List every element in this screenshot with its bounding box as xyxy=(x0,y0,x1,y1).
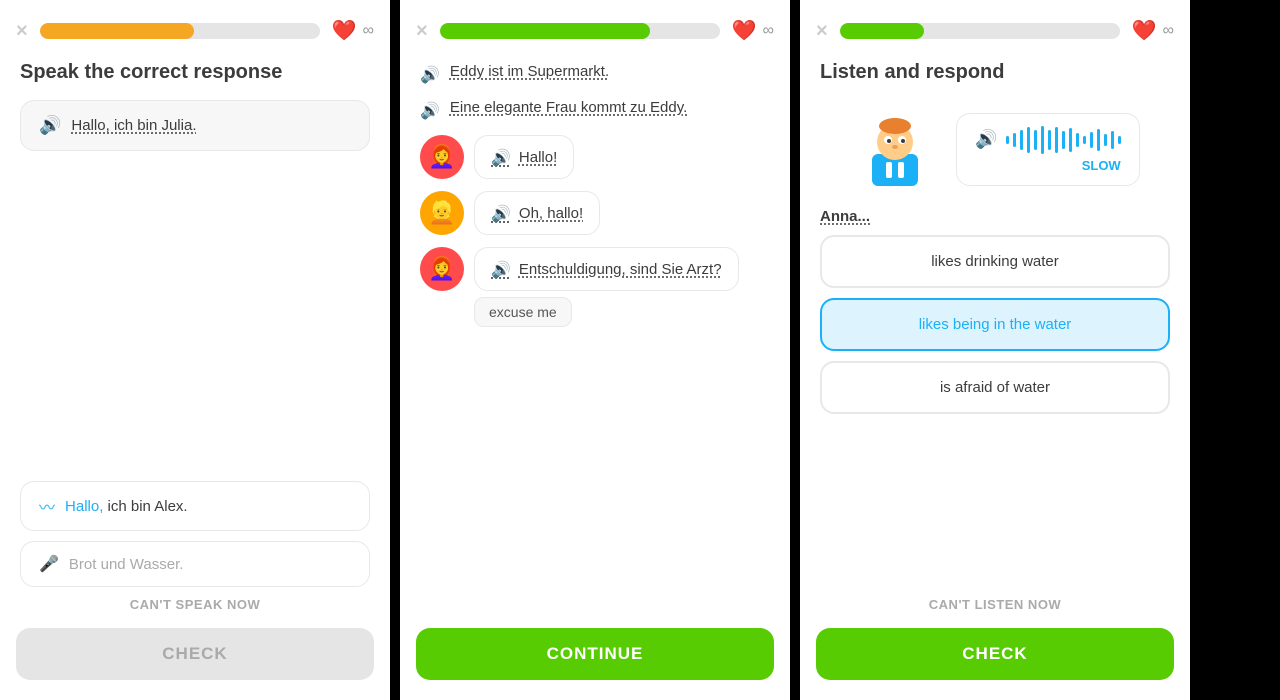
anna-label: Anna... xyxy=(800,208,1190,235)
slow-label[interactable]: SLOW xyxy=(1082,158,1121,173)
heart-icon-3: ❤️ xyxy=(1132,18,1157,43)
panel-speak: × ❤️ ∞ Speak the correct response 🔊 Hall… xyxy=(0,0,390,700)
choice-2-selected[interactable]: likes being in the water xyxy=(820,298,1170,351)
avatar-red-1: 👩‍🦰 xyxy=(420,135,464,179)
heart-area: ❤️ ∞ xyxy=(332,18,374,43)
heart-icon: ❤️ xyxy=(332,18,357,43)
progress-fill-2 xyxy=(440,23,650,39)
progress-bar-2 xyxy=(440,23,720,39)
close-icon[interactable]: × xyxy=(16,21,28,41)
infinity-icon: ∞ xyxy=(363,22,374,40)
divider-1 xyxy=(390,0,400,700)
divider-2 xyxy=(790,0,800,700)
response-bubble: 〰 Hallo, ich bin Alex. xyxy=(20,481,370,531)
chat-line-2: 🔊 Eine elegante Frau kommt zu Eddy. xyxy=(420,99,770,121)
waveform: 🔊 xyxy=(975,126,1120,154)
response-highlight: Hallo, xyxy=(65,498,103,515)
character-figure xyxy=(850,104,940,194)
mic-placeholder: Brot und Wasser. xyxy=(69,556,184,573)
prompt-bubble[interactable]: 🔊 Hallo, ich bin Julia. xyxy=(20,100,370,151)
check-button-3[interactable]: CHECK xyxy=(816,628,1174,680)
heart-area-2: ❤️ ∞ xyxy=(732,18,774,43)
mic-icon[interactable]: 🎤 xyxy=(39,554,59,574)
check-button[interactable]: CHECK xyxy=(16,628,374,680)
progress-bar-3 xyxy=(840,23,1120,39)
heart-icon-2: ❤️ xyxy=(732,18,757,43)
bubble-text-2: Oh, hallo! xyxy=(519,205,583,222)
infinity-icon-2: ∞ xyxy=(763,22,774,40)
chat-area: 🔊 Eddy ist im Supermarkt. 🔊 Eine elegant… xyxy=(400,53,790,628)
panel-chat: × ❤️ ∞ 🔊 Eddy ist im Supermarkt. 🔊 Eine … xyxy=(400,0,790,700)
panel-listen: × ❤️ ∞ Listen and respond xyxy=(800,0,1190,700)
heart-area-3: ❤️ ∞ xyxy=(1132,18,1174,43)
infinity-icon-3: ∞ xyxy=(1163,22,1174,40)
close-icon-3[interactable]: × xyxy=(816,21,828,41)
chat-speaker-1[interactable]: 🔊 xyxy=(420,65,440,85)
chat-row-1: 👩‍🦰 🔊 Hallo! xyxy=(420,135,770,179)
bubble-text-3: Entschuldigung, sind Sie Arzt? xyxy=(519,261,722,278)
panel3-title: Listen and respond xyxy=(800,53,1190,94)
cant-speak-label[interactable]: CAN'T SPEAK NOW xyxy=(0,597,390,628)
bubble-1[interactable]: 🔊 Hallo! xyxy=(474,135,574,179)
speaker-icon-3[interactable]: 🔊 xyxy=(975,129,997,150)
avatar-orange: 👱 xyxy=(420,191,464,235)
wave-icon: 〰 xyxy=(39,494,55,518)
bubble-speaker-3[interactable]: 🔊 xyxy=(491,260,511,280)
panel1-header: × ❤️ ∞ xyxy=(0,0,390,53)
panel2-bottom: CONTINUE xyxy=(400,628,790,700)
cant-listen-label[interactable]: CAN'T LISTEN NOW xyxy=(800,597,1190,628)
response-suffix: ich bin Alex. xyxy=(103,498,187,515)
chat-row-3: 👩‍🦰 🔊 Entschuldigung, sind Sie Arzt? xyxy=(420,247,770,291)
chat-text-2: Eine elegante Frau kommt zu Eddy. xyxy=(450,99,687,116)
panel2-header: × ❤️ ∞ xyxy=(400,0,790,53)
choice-1[interactable]: likes drinking water xyxy=(820,235,1170,288)
bubble-2[interactable]: 🔊 Oh, hallo! xyxy=(474,191,600,235)
continue-button[interactable]: CONTINUE xyxy=(416,628,774,680)
audio-bubble[interactable]: 🔊 SLOW xyxy=(956,113,1139,186)
bubble-speaker-1[interactable]: 🔊 xyxy=(491,148,511,168)
chat-row-2: 👱 🔊 Oh, hallo! xyxy=(420,191,770,235)
prompt-text: Hallo, ich bin Julia. xyxy=(71,117,196,134)
panel1-bottom: CHECK xyxy=(0,628,390,700)
translation-tag: excuse me xyxy=(474,297,572,327)
response-text: Hallo, ich bin Alex. xyxy=(65,498,188,515)
character-area: 🔊 SLOW xyxy=(800,94,1190,208)
progress-bar xyxy=(40,23,320,39)
speaker-icon[interactable]: 🔊 xyxy=(39,115,61,136)
mic-bubble[interactable]: 🎤 Brot und Wasser. xyxy=(20,541,370,587)
chat-text-1: Eddy ist im Supermarkt. xyxy=(450,63,609,80)
avatar-red-2: 👩‍🦰 xyxy=(420,247,464,291)
bubble-speaker-2[interactable]: 🔊 xyxy=(491,204,511,224)
bubble-3[interactable]: 🔊 Entschuldigung, sind Sie Arzt? xyxy=(474,247,739,291)
chat-speaker-2[interactable]: 🔊 xyxy=(420,101,440,121)
panel3-header: × ❤️ ∞ xyxy=(800,0,1190,53)
close-icon-2[interactable]: × xyxy=(416,21,428,41)
choice-3[interactable]: is afraid of water xyxy=(820,361,1170,414)
chat-line-1: 🔊 Eddy ist im Supermarkt. xyxy=(420,63,770,85)
panel1-title: Speak the correct response xyxy=(0,53,390,100)
progress-fill xyxy=(40,23,194,39)
panel3-bottom: CHECK xyxy=(800,628,1190,700)
bubble-text-1: Hallo! xyxy=(519,149,557,166)
progress-fill-3 xyxy=(840,23,924,39)
